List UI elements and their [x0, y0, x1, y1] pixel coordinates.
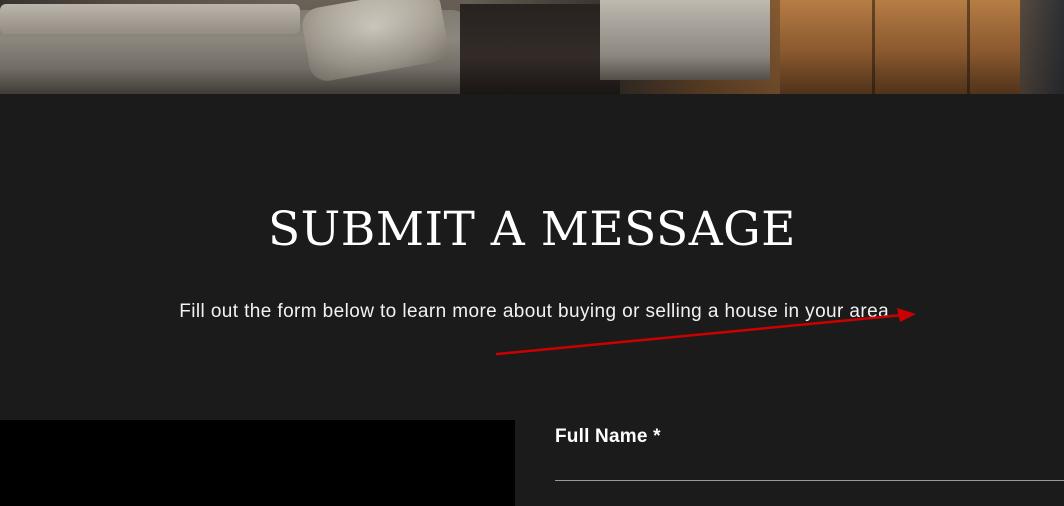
section-heading: SUBMIT A MESSAGE — [267, 202, 796, 257]
contact-form: Full Name * — [555, 420, 1064, 506]
hero-shade — [0, 0, 1064, 94]
left-dark-panel — [0, 420, 515, 506]
full-name-label: Full Name * — [555, 426, 661, 447]
full-name-input[interactable] — [555, 462, 1064, 481]
hero-image — [0, 0, 1064, 94]
section-intro: Fill out the form below to learn more ab… — [179, 301, 895, 322]
